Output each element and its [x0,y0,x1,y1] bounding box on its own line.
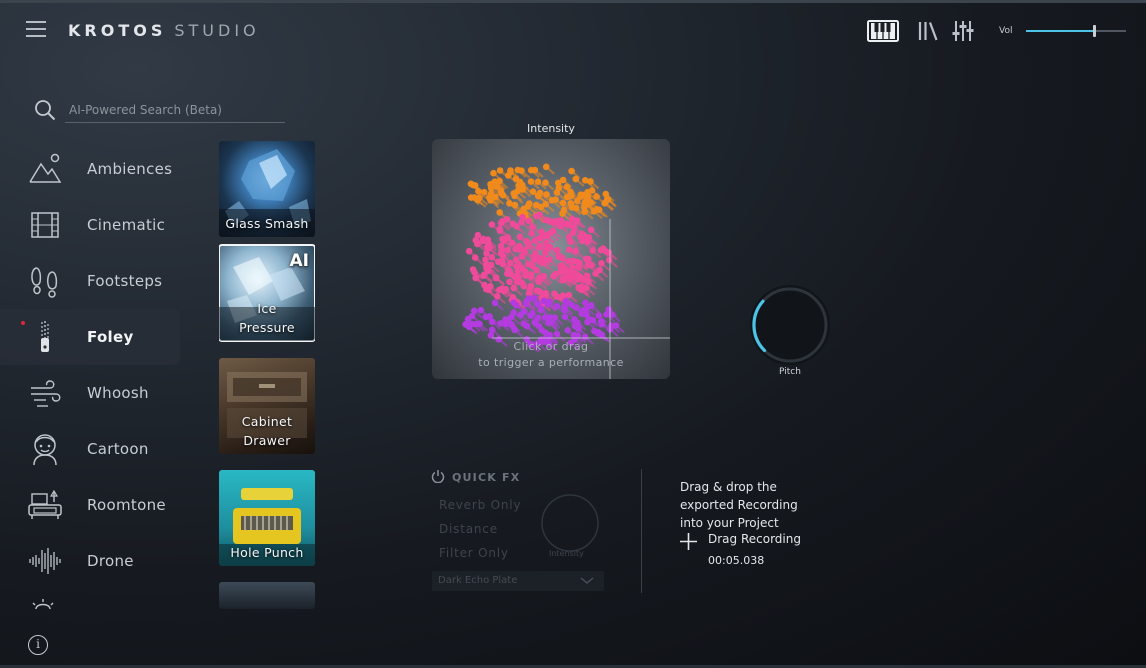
sidebar-item-label: Drone [87,552,134,570]
chevron-down-icon [580,577,594,584]
sidebar-item-drone[interactable]: Drone [0,533,180,589]
search-input[interactable]: AI-Powered Search (Beta) [65,99,285,123]
mixer-sliders-icon[interactable] [951,19,975,43]
preset-tile-label-line2: Pressure [239,320,295,335]
quick-fx-option-distance[interactable]: Distance [439,522,498,536]
hamburger-menu-icon[interactable] [26,21,46,37]
volume-label: Vol [999,26,1013,36]
sidebar-item-cinematic[interactable]: Cinematic [0,197,180,253]
search-placeholder: AI-Powered Search (Beta) [69,103,222,117]
preset-tile-cabinet-drawer[interactable]: Cabinet Drawer [219,358,315,454]
volume-slider[interactable] [1026,25,1126,37]
brand-bold: KROTOS [68,21,167,40]
export-instructions: Drag & drop the exported Recording into … [680,478,798,532]
preset-tile-label: Cabinet Drawer [219,412,315,450]
sofa-icon [28,489,62,519]
power-icon[interactable] [431,469,445,483]
preset-tile-label-line1: Cabinet [241,414,293,429]
sidebar-item-foley[interactable]: Foley [0,309,180,365]
reverb-preset-dropdown[interactable]: Dark Echo Plate [432,571,604,591]
sidebar-item-label: Footsteps [87,272,163,290]
quick-fx-intensity-knob[interactable] [540,493,600,553]
reverb-preset-value: Dark Echo Plate [438,575,518,586]
preset-list: Glass Smash AI Ice Pressure Cabinet Draw… [219,141,315,609]
export-line2: exported Recording [680,498,798,512]
quick-fx-option-reverb[interactable]: Reverb Only [439,498,521,512]
pitch-label: Pitch [779,367,801,377]
active-indicator-dot [21,321,25,325]
volume-fill [1026,30,1094,32]
pad-hint: Click or drag to trigger a performance [432,339,670,371]
export-line1: Drag & drop the [680,480,777,494]
ai-badge: AI [289,251,309,271]
sidebar-item-label: Whoosh [87,384,149,402]
cartoon-face-icon [33,434,57,466]
sidebar-item-label: Cinematic [87,216,166,234]
sidebar-item-cartoon[interactable]: Cartoon [0,421,180,477]
pitch-knob[interactable] [744,281,836,373]
preset-tile-hole-punch[interactable]: Hole Punch [219,470,315,566]
performance-pad[interactable]: Click or drag to trigger a performance [432,139,670,379]
footprints-icon [31,267,58,298]
preset-tile-label-line1: Ice [257,301,277,316]
export-line3: into your Project [680,516,779,530]
drag-handle-plus-icon[interactable] [680,533,697,550]
quick-fx-title: QUICK FX [452,471,521,484]
app-window: KROTOS STUDIO Vol AI-Powered Search (Beta… [0,0,1146,668]
waveform-icon [29,548,61,574]
sidebar-item-label: Cartoon [87,440,149,458]
sidebar-item-whoosh[interactable]: Whoosh [0,365,180,421]
quick-fx-option-filter[interactable]: Filter Only [439,546,509,560]
sun-icon-partial [32,599,54,609]
search-icon[interactable] [34,99,56,121]
pad-hint-line1: Click or drag [513,340,589,353]
pad-hint-line2: to trigger a performance [478,356,624,369]
preset-tile-glass-smash[interactable]: Glass Smash [219,141,315,237]
info-icon[interactable]: i [28,635,48,655]
preset-tile-label: Glass Smash [225,216,309,231]
film-strip-icon [31,212,59,238]
keyboard-icon[interactable] [867,19,899,43]
brand-light: STUDIO [174,21,260,40]
preset-tile-label: Hole Punch [230,545,304,560]
preset-tile-ice-pressure[interactable]: AI Ice Pressure [219,244,315,342]
quick-fx-knob-label: Intensity [549,549,584,558]
app-logo: KROTOS STUDIO [68,21,260,40]
wind-icon [31,380,61,407]
sidebar-item-label: Ambiences [87,160,173,178]
sidebar-item-label: Roomtone [87,496,166,514]
zipper-icon [41,321,49,352]
drag-recording-button[interactable]: Drag Recording [708,532,801,546]
sidebar-item-ambiences[interactable]: Ambiences [0,141,180,197]
mountain-icon [29,153,62,183]
preset-tile-label-line2: Drawer [243,433,291,448]
sidebar-item-footsteps[interactable]: Footsteps [0,253,180,309]
sidebar-item-label: Foley [87,328,134,346]
preset-tile-partial[interactable] [219,582,315,609]
library-icon[interactable] [917,19,939,43]
recording-timecode: 00:05.038 [708,554,765,567]
volume-thumb[interactable] [1093,25,1096,37]
section-divider [641,469,642,593]
sidebar-item-roomtone[interactable]: Roomtone [0,477,180,533]
preset-tile-label: Ice Pressure [219,299,315,337]
pad-title: Intensity [527,122,575,135]
